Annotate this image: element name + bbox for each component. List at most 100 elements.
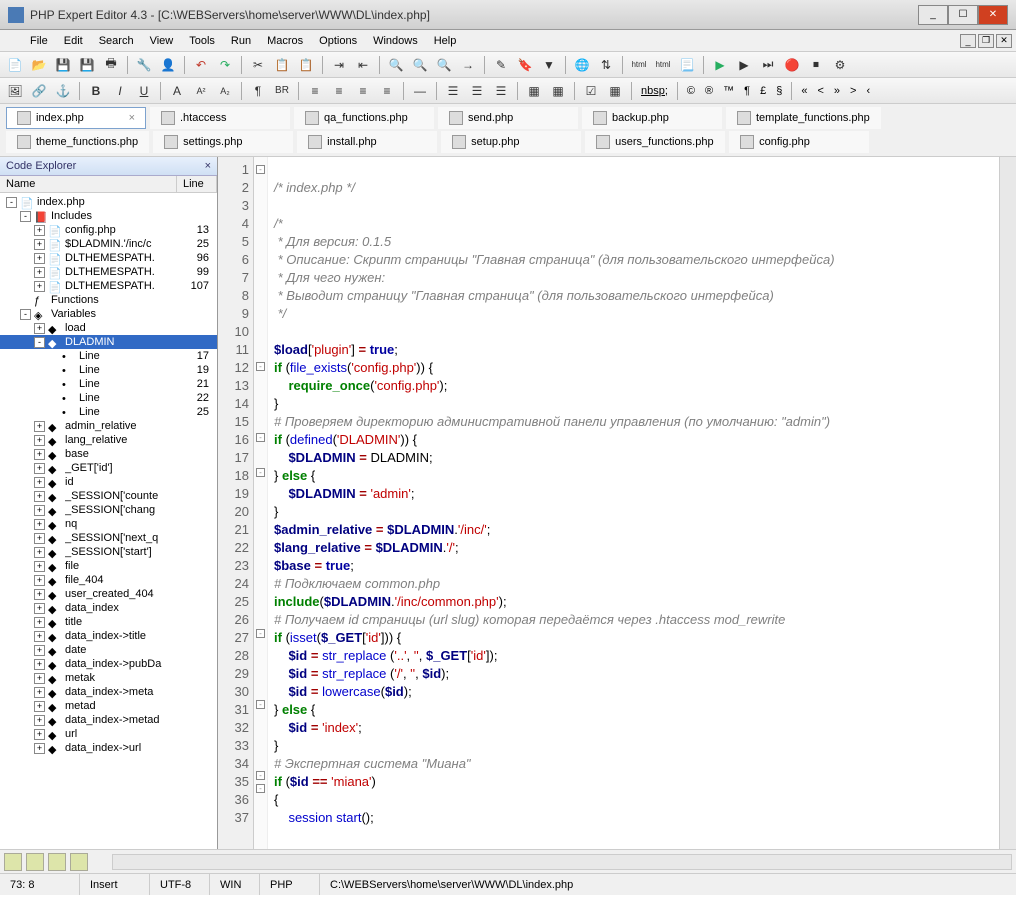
tab--htaccess[interactable]: .htaccess <box>150 107 290 129</box>
tab-send-php[interactable]: send.php <box>438 107 578 129</box>
highlight-icon[interactable]: ✎ <box>490 54 512 76</box>
open-file-icon[interactable]: 📂 <box>28 54 50 76</box>
anchor-icon[interactable]: ⚓ <box>52 80 74 102</box>
calc-icon[interactable]: ▦ <box>604 80 626 102</box>
tab-theme-functions-php[interactable]: theme_functions.php <box>6 131 149 153</box>
superscript-icon[interactable]: A² <box>190 80 212 102</box>
menu-options[interactable]: Options <box>311 32 365 50</box>
tree-item[interactable]: +📄config.php13 <box>0 223 217 237</box>
tree-item[interactable]: ƒFunctions <box>0 293 217 307</box>
hr-icon[interactable]: — <box>409 80 431 102</box>
tab-index-php[interactable]: index.php× <box>6 107 146 129</box>
fold-toggle-icon[interactable]: - <box>256 771 265 780</box>
find-icon[interactable]: 🔍 <box>385 54 407 76</box>
font-icon[interactable]: A <box>166 80 188 102</box>
tree-item[interactable]: +◆_SESSION['counte <box>0 489 217 503</box>
gt-button[interactable]: > <box>846 85 860 97</box>
laquo-button[interactable]: « <box>797 85 811 97</box>
tree-toggle-icon[interactable]: + <box>34 421 45 432</box>
tree-item[interactable]: •Line25 <box>0 405 217 419</box>
redo-icon[interactable]: ↷ <box>214 54 236 76</box>
tree-item[interactable]: -◈Variables <box>0 307 217 321</box>
stop-icon[interactable]: ⏹ <box>805 54 827 76</box>
tab-backup-php[interactable]: backup.php <box>582 107 722 129</box>
fold-toggle-icon[interactable]: - <box>256 165 265 174</box>
tree-item[interactable]: +◆base <box>0 447 217 461</box>
output-icon[interactable] <box>4 853 22 871</box>
tree-toggle-icon[interactable]: + <box>34 449 45 460</box>
replace-icon[interactable]: 🔍 <box>433 54 455 76</box>
tree-item[interactable]: +◆user_created_404 <box>0 587 217 601</box>
paragraph-icon[interactable]: ¶ <box>247 80 269 102</box>
tree-toggle-icon[interactable]: + <box>34 519 45 530</box>
tree-toggle-icon[interactable]: + <box>34 673 45 684</box>
project-icon[interactable] <box>48 853 66 871</box>
menu-tools[interactable]: Tools <box>181 32 223 50</box>
outdent-icon[interactable]: ⇤ <box>352 54 374 76</box>
tree-item[interactable]: •Line17 <box>0 349 217 363</box>
pound-char-button[interactable]: £ <box>756 85 770 97</box>
tree-item[interactable]: +◆admin_relative <box>0 419 217 433</box>
tree-toggle-icon[interactable]: + <box>34 729 45 740</box>
reg-char-button[interactable]: ® <box>701 85 717 97</box>
image-icon[interactable]: 🖼 <box>4 80 26 102</box>
tab-qa-functions-php[interactable]: qa_functions.php <box>294 107 434 129</box>
tree-toggle-icon[interactable]: + <box>34 575 45 586</box>
tab-setup-php[interactable]: setup.php <box>441 131 581 153</box>
tree-toggle-icon[interactable]: + <box>34 589 45 600</box>
tree-toggle-icon[interactable]: - <box>6 197 17 208</box>
minimize-button[interactable]: _ <box>918 5 948 25</box>
user-icon[interactable]: 👤 <box>157 54 179 76</box>
fold-toggle-icon[interactable]: - <box>256 362 265 371</box>
form-icon[interactable]: ▦ <box>547 80 569 102</box>
indent-icon[interactable]: ⇥ <box>328 54 350 76</box>
olist-icon[interactable]: ☰ <box>466 80 488 102</box>
tree-col-line[interactable]: Line <box>177 176 217 192</box>
fold-toggle-icon[interactable]: - <box>256 629 265 638</box>
table-icon[interactable]: ▦ <box>523 80 545 102</box>
maximize-button[interactable]: ☐ <box>948 5 978 25</box>
tree-item[interactable]: +◆nq <box>0 517 217 531</box>
undo-icon[interactable]: ↶ <box>190 54 212 76</box>
tree-toggle-icon[interactable]: + <box>34 687 45 698</box>
code-area[interactable]: /* index.php *//* * Для версия: 0.1.5 * … <box>268 157 999 849</box>
tree-item[interactable]: +◆data_index->title <box>0 629 217 643</box>
tree-toggle-icon[interactable]: + <box>34 491 45 502</box>
tree-item[interactable]: +◆id <box>0 475 217 489</box>
tree-item[interactable]: +◆_SESSION['chang <box>0 503 217 517</box>
link-icon[interactable]: 🔗 <box>28 80 50 102</box>
tree-item[interactable]: +◆file <box>0 559 217 573</box>
menu-view[interactable]: View <box>142 32 182 50</box>
tab-install-php[interactable]: install.php <box>297 131 437 153</box>
menu-search[interactable]: Search <box>91 32 142 50</box>
align-left-icon[interactable]: ≡ <box>304 80 326 102</box>
tree-item[interactable]: •Line22 <box>0 391 217 405</box>
tree-toggle-icon[interactable]: + <box>34 281 45 292</box>
lsaquo-button[interactable]: ‹ <box>862 85 874 97</box>
tree-item[interactable]: +◆file_404 <box>0 573 217 587</box>
tree-toggle-icon[interactable]: + <box>34 477 45 488</box>
mdi-minimize-button[interactable]: _ <box>960 34 976 48</box>
tree-toggle-icon[interactable]: + <box>34 743 45 754</box>
step-icon[interactable]: ⏭ <box>757 54 779 76</box>
cut-icon[interactable]: ✂ <box>247 54 269 76</box>
copy-char-button[interactable]: © <box>683 85 699 97</box>
new-file-icon[interactable]: 📄 <box>4 54 26 76</box>
fold-toggle-icon[interactable]: - <box>256 700 265 709</box>
fold-toggle-icon[interactable]: - <box>256 468 265 477</box>
tree-view[interactable]: -📄index.php-📕Includes+📄config.php13+📄$DL… <box>0 193 217 849</box>
tree-item[interactable]: +◆url <box>0 727 217 741</box>
para-char-button[interactable]: ¶ <box>740 85 754 97</box>
menu-windows[interactable]: Windows <box>365 32 426 50</box>
tree-toggle-icon[interactable]: + <box>34 533 45 544</box>
goto-icon[interactable]: → <box>457 54 479 76</box>
tree-item[interactable]: +📄DLTHEMESPATH.107 <box>0 279 217 293</box>
tree-toggle-icon[interactable]: + <box>34 239 45 250</box>
subscript-icon[interactable]: A₂ <box>214 80 236 102</box>
doc-icon[interactable]: 📃 <box>676 54 698 76</box>
tree-toggle-icon[interactable]: + <box>34 463 45 474</box>
tree-item[interactable]: +◆data_index->metad <box>0 713 217 727</box>
save-all-icon[interactable]: 💾 <box>76 54 98 76</box>
list-icon[interactable]: ☰ <box>442 80 464 102</box>
tree-item[interactable]: -📄index.php <box>0 195 217 209</box>
